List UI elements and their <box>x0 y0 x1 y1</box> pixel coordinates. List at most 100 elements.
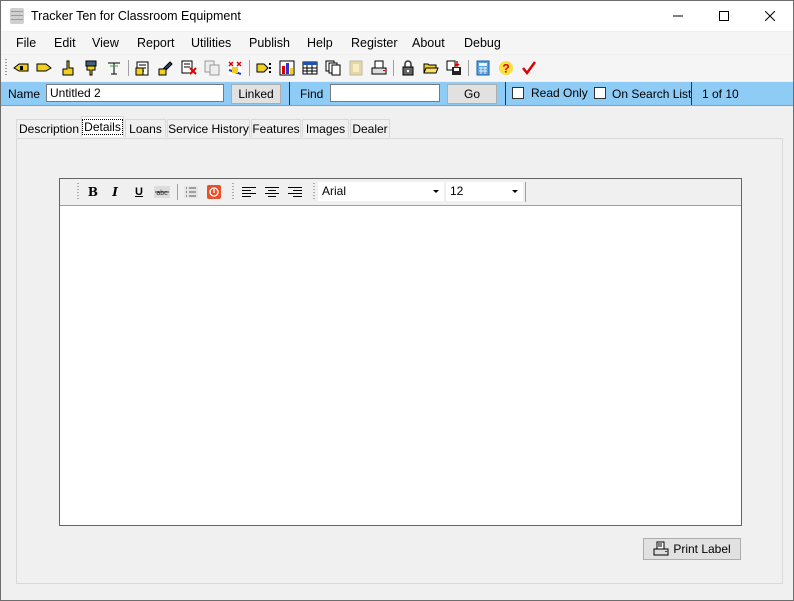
menu-help[interactable]: Help <box>307 36 333 50</box>
chevron-down-icon <box>433 190 439 193</box>
menu-report[interactable]: Report <box>137 36 175 50</box>
menu-bar: File Edit View Report Utilities Publish … <box>1 32 793 54</box>
tab-label: Details <box>82 119 123 135</box>
pointer-down-icon[interactable] <box>82 59 100 77</box>
editor-content-area[interactable] <box>60 206 741 525</box>
first-record-icon[interactable] <box>12 59 30 77</box>
read-only-label[interactable]: Read Only <box>531 86 588 100</box>
tab-service-history[interactable]: Service History <box>167 119 250 137</box>
tab-features[interactable]: Features <box>251 119 301 137</box>
bullet-list-button[interactable] <box>182 183 200 201</box>
table-icon[interactable] <box>301 59 319 77</box>
edit-pencil-icon[interactable] <box>157 59 175 77</box>
find-label: Find <box>300 87 324 101</box>
minimize-button[interactable] <box>655 1 701 31</box>
chart-icon[interactable] <box>278 59 296 77</box>
linked-button[interactable]: Linked <box>231 84 281 104</box>
menu-about[interactable]: About <box>412 36 445 50</box>
italic-button[interactable]: I <box>106 183 124 201</box>
go-to-icon[interactable] <box>255 59 273 77</box>
toolbar-separator <box>525 182 526 202</box>
menu-view[interactable]: View <box>92 36 119 50</box>
tab-label: Description <box>18 121 80 136</box>
edit-record-icon[interactable] <box>134 59 152 77</box>
align-right-button[interactable] <box>286 183 304 201</box>
menu-register[interactable]: Register <box>351 36 398 50</box>
minimize-icon <box>673 15 683 17</box>
toolbar-grip[interactable] <box>5 59 7 77</box>
font-size-select[interactable]: 12 <box>446 182 523 201</box>
svg-text:abc: abc <box>156 190 168 197</box>
main-toolbar: ? <box>1 55 793 81</box>
copy-record-icon[interactable] <box>203 59 221 77</box>
infobar-separator <box>691 82 692 105</box>
filter-icon[interactable] <box>105 59 123 77</box>
align-center-icon <box>265 187 279 197</box>
help-icon[interactable]: ? <box>497 59 515 77</box>
toolbar-grip[interactable] <box>77 183 79 201</box>
toolbar-separator <box>128 60 129 76</box>
numbered-list-button[interactable] <box>205 183 223 201</box>
go-button[interactable]: Go <box>447 84 497 104</box>
menu-publish[interactable]: Publish <box>249 36 290 50</box>
tab-label: Images <box>305 121 346 136</box>
menu-file[interactable]: File <box>16 36 36 50</box>
underline-button[interactable]: U <box>130 183 148 201</box>
tab-loans[interactable]: Loans <box>125 119 166 137</box>
strikethrough-icon: abc <box>154 186 170 198</box>
tab-label: Loans <box>129 121 162 136</box>
next-record-icon[interactable] <box>35 59 53 77</box>
on-search-list-checkbox[interactable] <box>594 87 606 99</box>
delete-record-icon[interactable] <box>180 59 198 77</box>
align-left-button[interactable] <box>240 183 258 201</box>
clear-record-icon[interactable] <box>226 59 244 77</box>
underline-icon: U <box>135 186 143 198</box>
open-folder-icon[interactable] <box>422 59 440 77</box>
tab-description[interactable]: Description <box>16 119 82 137</box>
italic-icon: I <box>112 185 118 199</box>
toolbar-grip[interactable] <box>232 183 234 201</box>
record-info-bar: Name Linked Find Go Read Only On Search … <box>1 82 793 106</box>
tab-images[interactable]: Images <box>302 119 349 137</box>
print-label-button[interactable]: Print Label <box>643 538 741 560</box>
font-size-value: 12 <box>450 184 464 198</box>
close-icon <box>765 11 775 21</box>
close-button[interactable] <box>747 1 793 31</box>
toolbar-grip[interactable] <box>313 183 315 201</box>
record-position: 1 of 10 <box>702 87 739 101</box>
menu-edit[interactable]: Edit <box>54 36 76 50</box>
tab-label: Dealer <box>352 121 388 136</box>
maximize-button[interactable] <box>701 1 747 31</box>
font-family-select[interactable]: Arial <box>318 182 444 201</box>
film-icon[interactable] <box>347 59 365 77</box>
rich-text-editor: B I U abc Arial 12 <box>59 178 742 526</box>
menu-debug[interactable]: Debug <box>464 36 501 50</box>
strikethrough-button[interactable]: abc <box>153 183 171 201</box>
lock-icon[interactable] <box>399 59 417 77</box>
tab-details[interactable]: Details <box>81 116 124 137</box>
font-family-value: Arial <box>322 184 347 198</box>
check-icon[interactable] <box>520 59 538 77</box>
app-window: Tracker Ten for Classroom Equipment File… <box>0 0 794 601</box>
on-search-list-label[interactable]: On Search List <box>612 87 691 101</box>
find-input[interactable] <box>330 84 440 102</box>
bold-button[interactable]: B <box>84 183 102 201</box>
bullet-list-icon <box>184 186 198 198</box>
align-left-icon <box>242 187 256 197</box>
copy-documents-icon[interactable] <box>324 59 342 77</box>
chevron-down-icon <box>512 190 518 193</box>
calculator-icon[interactable] <box>474 59 492 77</box>
tab-label: Service History <box>168 121 249 136</box>
name-input[interactable] <box>46 84 224 102</box>
tab-dealer[interactable]: Dealer <box>350 119 390 137</box>
menu-utilities[interactable]: Utilities <box>191 36 231 50</box>
pointer-up-icon[interactable] <box>59 59 77 77</box>
align-center-button[interactable] <box>263 183 281 201</box>
print-icon[interactable] <box>370 59 388 77</box>
read-only-checkbox[interactable] <box>512 87 524 99</box>
save-as-icon[interactable] <box>445 59 463 77</box>
bold-icon: B <box>87 185 99 199</box>
infobar-separator <box>289 82 290 105</box>
printer-icon <box>653 541 669 556</box>
title-bar: Tracker Ten for Classroom Equipment <box>1 1 793 31</box>
